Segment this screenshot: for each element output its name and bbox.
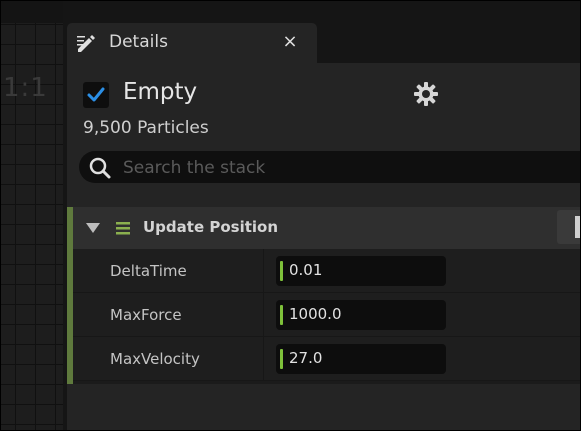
param-row-deltatime: DeltaTime 0.01 <box>73 249 580 293</box>
module-name: Update Position <box>143 218 279 236</box>
param-value-field[interactable]: 1000.0 <box>276 300 446 330</box>
pencil-icon <box>77 35 95 52</box>
param-value: 27.0 <box>289 349 323 367</box>
triangle-down-icon[interactable] <box>85 221 101 235</box>
tab-title: Details <box>109 32 168 52</box>
param-value-field[interactable]: 0.01 <box>276 256 446 286</box>
float-type-indicator <box>280 349 283 369</box>
scrollbar-handle[interactable] <box>557 210 580 244</box>
float-type-indicator <box>280 261 283 281</box>
column-divider[interactable] <box>263 337 264 381</box>
drag-handle-icon[interactable] <box>115 220 131 236</box>
column-divider[interactable] <box>263 293 264 337</box>
param-label: MaxForce <box>110 306 182 324</box>
checkmark-icon <box>87 87 105 102</box>
emitter-enabled-checkbox[interactable] <box>83 82 109 108</box>
param-label: MaxVelocity <box>110 350 200 368</box>
gear-icon[interactable] <box>413 81 439 107</box>
param-value-field[interactable]: 27.0 <box>276 344 446 374</box>
param-value: 0.01 <box>289 261 323 279</box>
viewport-top-strip <box>1 1 63 23</box>
editor-window: 1:1 Details × Empty 9,500 Particles Sear… <box>0 0 581 431</box>
column-divider[interactable] <box>263 249 264 293</box>
param-label: DeltaTime <box>110 262 187 280</box>
parameter-list: DeltaTime 0.01 MaxForce 1000.0 MaxVeloci… <box>73 249 580 384</box>
module-header[interactable]: Update Position <box>73 207 580 249</box>
details-panel: Empty 9,500 Particles Search the stack U… <box>67 63 580 430</box>
emitter-name: Empty <box>123 79 198 105</box>
graph-viewport[interactable]: 1:1 <box>1 1 63 430</box>
module-update-position: Update Position DeltaTime 0.01 MaxForce <box>67 207 580 384</box>
scrollbar-thumb[interactable] <box>575 216 580 238</box>
search-box <box>79 151 580 185</box>
search-input[interactable] <box>121 151 580 185</box>
param-value: 1000.0 <box>289 305 342 323</box>
search-icon <box>89 157 111 179</box>
float-type-indicator <box>280 305 283 325</box>
close-icon[interactable]: × <box>279 31 301 53</box>
zoom-label: 1:1 <box>3 73 48 103</box>
particle-count: 9,500 Particles <box>83 118 209 138</box>
param-row-maxvelocity: MaxVelocity 27.0 <box>73 337 580 381</box>
tab-details[interactable]: Details × <box>67 23 317 63</box>
param-row-maxforce: MaxForce 1000.0 <box>73 293 580 337</box>
